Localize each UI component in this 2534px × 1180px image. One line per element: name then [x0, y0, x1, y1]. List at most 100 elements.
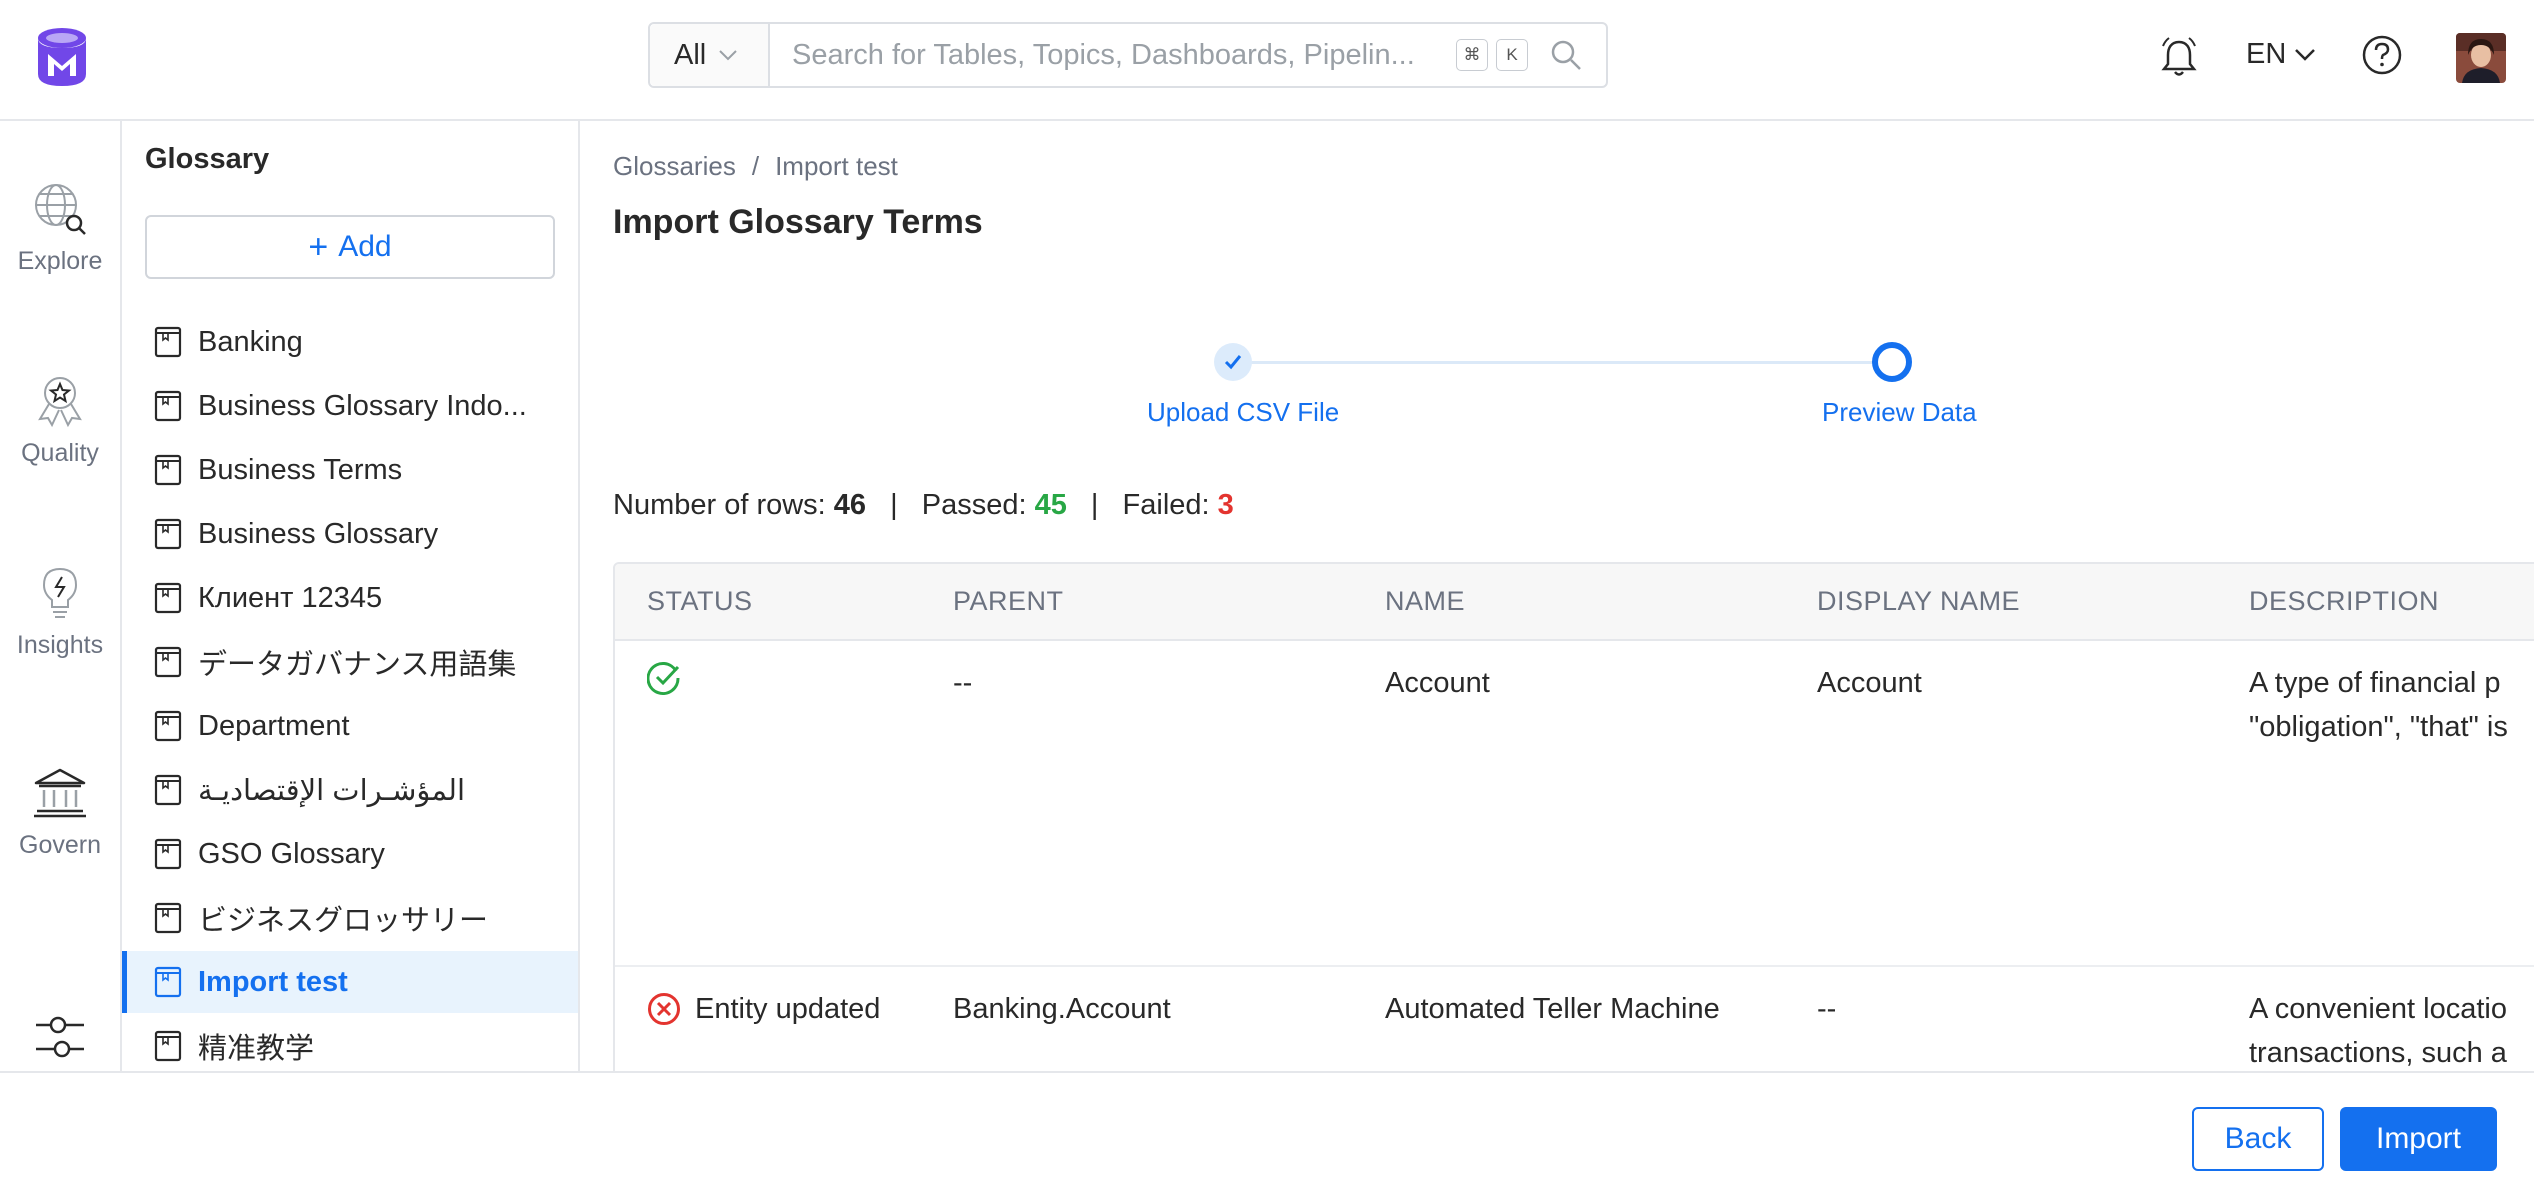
- govern-icon: [34, 768, 86, 818]
- failed-label: Failed:: [1122, 489, 1210, 521]
- glossary-list-item[interactable]: Business Glossary: [122, 503, 578, 565]
- left-navigation: Explore Quality Insights Govern: [0, 121, 122, 1071]
- glossary-item-label: المؤشـرات الإقتصاديـة: [198, 774, 466, 807]
- book-icon: [154, 390, 182, 422]
- breadcrumb-link-glossaries[interactable]: Glossaries: [613, 151, 736, 181]
- column-header-status: STATUS: [615, 564, 921, 641]
- glossary-item-label: Клиент 12345: [198, 581, 383, 614]
- book-icon: [154, 838, 182, 870]
- glossary-panel: Glossary + Add Banking Business Glossary …: [122, 121, 580, 1071]
- quality-icon: [38, 377, 82, 428]
- book-icon: [154, 518, 182, 550]
- language-selector[interactable]: EN: [2246, 38, 2316, 71]
- search-type-label: All: [674, 38, 707, 71]
- table-row: Entity updated Banking.Account Automated…: [615, 966, 2534, 1071]
- glossary-list-item[interactable]: Department: [122, 695, 578, 757]
- nav-label: Quality: [21, 439, 99, 467]
- table-row: -- Account Account A type of financial p…: [615, 640, 2534, 967]
- display-name-cell: Account: [1785, 640, 2217, 967]
- footer-actions: Back Import: [0, 1071, 2534, 1180]
- passed-count: 45: [1034, 489, 1067, 521]
- glossary-item-label: Banking: [198, 325, 303, 358]
- step-connector: [1236, 361, 1896, 364]
- global-search: All ⌘ K: [648, 22, 1608, 88]
- glossary-list-item[interactable]: ビジネスグロッサリー: [122, 887, 578, 949]
- glossary-item-label: ビジネスグロッサリー: [198, 905, 489, 937]
- parent-cell: --: [921, 640, 1353, 967]
- notifications-button[interactable]: [2160, 36, 2198, 83]
- book-icon: [154, 902, 182, 934]
- nav-item-govern[interactable]: Govern: [0, 765, 120, 860]
- main-content: Glossaries / Import test Import Glossary T…: [580, 121, 2534, 1071]
- glossary-item-label: Department: [198, 709, 350, 742]
- bell-icon: [2161, 37, 2197, 76]
- search-type-dropdown[interactable]: All: [650, 24, 770, 86]
- glossary-item-label: 精准教学: [198, 1033, 315, 1065]
- search-input[interactable]: [770, 24, 1456, 86]
- glossary-list-item[interactable]: Import test: [122, 951, 578, 1013]
- nav-label: Govern: [19, 831, 101, 859]
- glossary-list-item[interactable]: GSO Glossary: [122, 823, 578, 885]
- app-logo[interactable]: [34, 26, 90, 90]
- help-button[interactable]: [2361, 34, 2403, 81]
- glossary-list-item[interactable]: Business Terms: [122, 439, 578, 501]
- description-line: transactions, such a: [2249, 1037, 2507, 1069]
- book-icon: [154, 710, 182, 742]
- glossary-item-label: GSO Glossary: [198, 837, 385, 870]
- import-summary: Number of rows: 46 | Passed: 45 | Failed…: [613, 489, 1234, 522]
- glossary-list-item[interactable]: Banking: [122, 311, 578, 373]
- book-icon: [154, 326, 182, 358]
- column-header-name: NAME: [1353, 564, 1785, 641]
- glossary-item-label: Business Glossary: [198, 517, 439, 550]
- book-icon: [154, 582, 182, 614]
- glossary-list-item[interactable]: المؤشـرات الإقتصاديـة: [122, 759, 578, 821]
- name-cell: Account: [1353, 640, 1785, 967]
- book-icon: [154, 966, 182, 998]
- shortcut-key-k: K: [1496, 39, 1528, 71]
- glossary-list-item[interactable]: 精准教学: [122, 1015, 578, 1071]
- column-header-description: DESCRIPTION: [2217, 564, 2534, 641]
- nav-item-quality[interactable]: Quality: [0, 373, 120, 468]
- top-bar: All ⌘ K EN: [0, 0, 2534, 121]
- import-stepper: Upload CSV File Preview Data: [580, 331, 2534, 451]
- nav-item-explore[interactable]: Explore: [0, 181, 120, 276]
- glossary-list-item[interactable]: Business Glossary Indo...: [122, 375, 578, 437]
- explore-icon: [35, 184, 86, 235]
- column-header-display-name: DISPLAY NAME: [1785, 564, 2217, 641]
- glossary-list-item[interactable]: データガバナンス用語集: [122, 631, 578, 693]
- book-icon: [154, 774, 182, 806]
- search-button[interactable]: [1536, 25, 1596, 85]
- breadcrumb: Glossaries / Import test: [613, 151, 898, 182]
- status-text: Entity updated: [695, 993, 881, 1025]
- glossary-list-item[interactable]: Клиент 12345: [122, 567, 578, 629]
- add-label: Add: [338, 230, 392, 263]
- column-header-parent: PARENT: [921, 564, 1353, 641]
- rows-label: Number of rows:: [613, 489, 826, 521]
- book-icon: [154, 454, 182, 486]
- description-line: A convenient locatio: [2249, 993, 2507, 1025]
- search-icon: [1551, 40, 1581, 70]
- language-label: EN: [2246, 38, 2287, 70]
- glossary-item-label: Business Terms: [198, 453, 403, 486]
- book-icon: [154, 646, 182, 678]
- shortcut-key-cmd: ⌘: [1456, 39, 1488, 71]
- failed-count: 3: [1217, 489, 1234, 521]
- breadcrumb-link-current[interactable]: Import test: [775, 151, 898, 181]
- user-avatar[interactable]: [2456, 33, 2506, 83]
- step-label-preview: Preview Data: [1822, 397, 1977, 427]
- nav-item-settings[interactable]: [0, 1009, 120, 1075]
- glossary-item-label: データガバナンス用語集: [198, 649, 517, 681]
- add-glossary-button[interactable]: + Add: [145, 215, 555, 279]
- description-cell: A type of financial p "obligation", "tha…: [2217, 640, 2534, 967]
- parent-cell: Banking.Account: [953, 993, 1171, 1025]
- glossary-panel-title: Glossary: [145, 143, 270, 175]
- nav-item-insights[interactable]: Insights: [0, 565, 120, 660]
- nav-label: Insights: [16, 631, 104, 659]
- description-cell: A convenient locatio transactions, such …: [2217, 966, 2534, 1071]
- status-cell: Entity updated: [615, 966, 921, 1071]
- import-button[interactable]: Import: [2340, 1107, 2497, 1171]
- breadcrumb-separator: /: [751, 151, 760, 181]
- passed-label: Passed:: [921, 489, 1027, 521]
- back-button[interactable]: Back: [2192, 1107, 2324, 1171]
- check-icon: [1224, 355, 1242, 370]
